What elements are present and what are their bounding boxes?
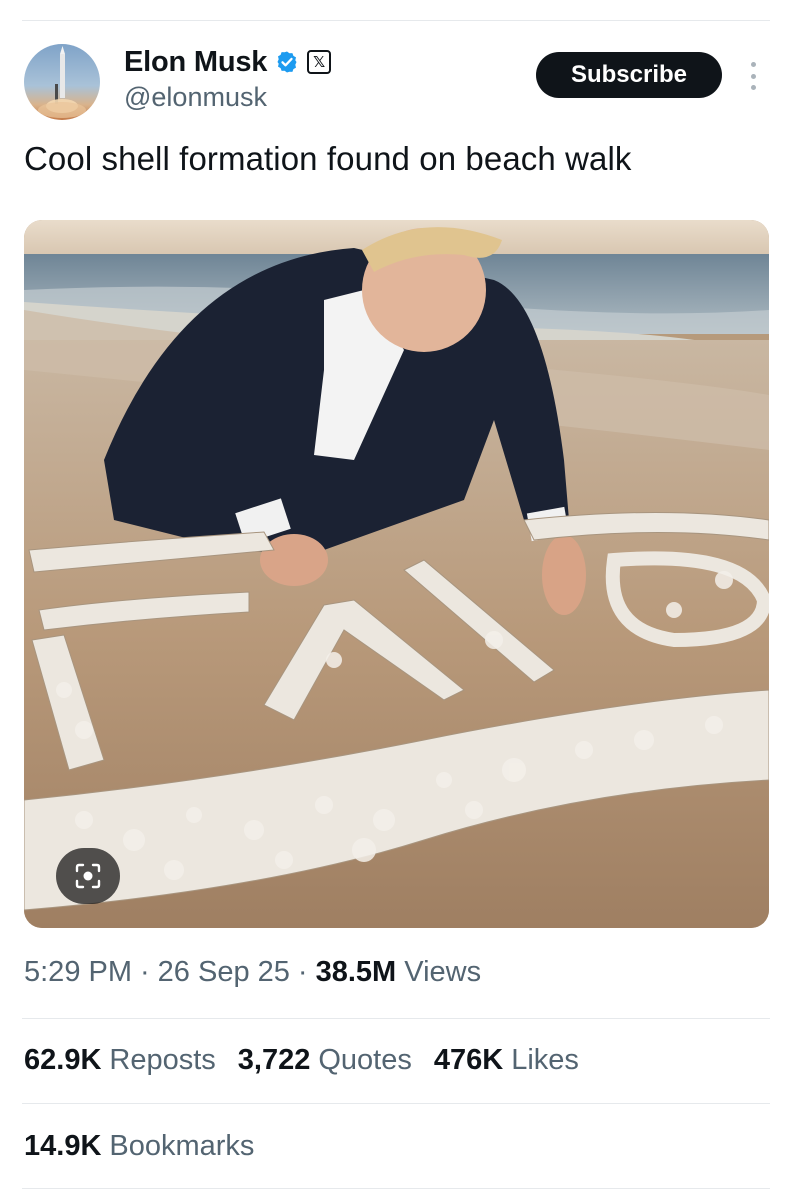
- more-options-icon[interactable]: [748, 62, 758, 90]
- verified-badge-icon[interactable]: [275, 50, 299, 74]
- quotes-stat[interactable]: 3,722 Quotes: [238, 1044, 412, 1077]
- x-affiliate-icon[interactable]: 𝕏: [307, 50, 332, 74]
- views-label: Views: [404, 956, 482, 988]
- quotes-label: Quotes: [318, 1044, 412, 1076]
- likes-count: 476K: [433, 1044, 504, 1076]
- tweet-time[interactable]: 5:29 PM: [24, 956, 132, 989]
- bookmarks-count: 14.9K: [24, 1130, 102, 1162]
- views-count: 38.5M: [315, 956, 397, 988]
- rocket-launch-avatar: [38, 46, 86, 118]
- tweet-meta: 5:29 PM · 26 Sep 25 · 38.5M Views: [24, 956, 481, 989]
- subscribe-button[interactable]: Subscribe: [536, 52, 722, 98]
- author-handle[interactable]: @elonmusk: [124, 82, 331, 113]
- bookmarks-stats: 14.9K Bookmarks: [24, 1130, 254, 1163]
- divider: [22, 1188, 770, 1189]
- bookmarks-stat[interactable]: 14.9K Bookmarks: [24, 1130, 254, 1163]
- author-name[interactable]: Elon Musk: [124, 46, 267, 79]
- reposts-stat[interactable]: 62.9K Reposts: [24, 1044, 216, 1077]
- divider: [22, 1018, 770, 1019]
- avatar[interactable]: [24, 44, 100, 120]
- top-divider: [22, 20, 770, 21]
- meta-separator: ·: [297, 956, 308, 988]
- lens-search-button[interactable]: [56, 848, 120, 904]
- meta-separator: ·: [140, 956, 150, 988]
- beach-photo: [24, 220, 769, 928]
- tweet-date[interactable]: 26 Sep 25: [158, 956, 290, 989]
- quotes-count: 3,722: [237, 1044, 311, 1076]
- reposts-label: Reposts: [109, 1044, 216, 1076]
- tweet-text: Cool shell formation found on beach walk: [24, 140, 632, 177]
- likes-stat[interactable]: 476K Likes: [434, 1044, 579, 1077]
- reposts-count: 62.9K: [24, 1044, 102, 1076]
- divider: [22, 1103, 770, 1104]
- tweet-media-image[interactable]: [24, 220, 769, 928]
- author-block: Elon Musk 𝕏 @elonmusk: [124, 44, 332, 113]
- likes-label: Likes: [511, 1044, 579, 1076]
- engagement-stats: 62.9K Reposts 3,722 Quotes 476K Likes: [24, 1044, 579, 1077]
- bookmarks-label: Bookmarks: [109, 1130, 255, 1162]
- lens-search-icon: [75, 863, 101, 889]
